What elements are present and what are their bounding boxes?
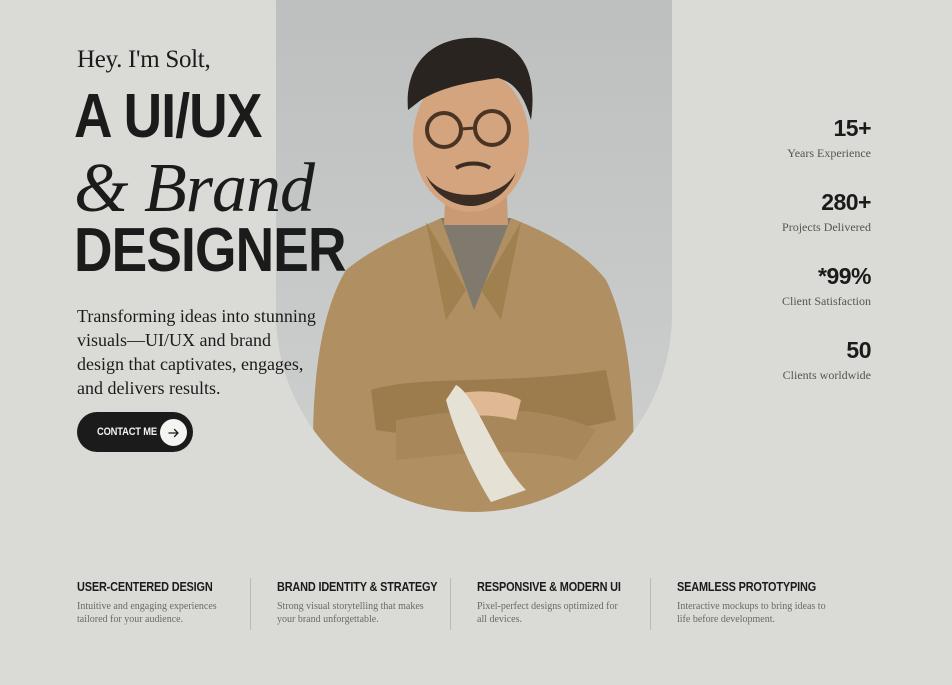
stat-value: 50 [846, 337, 871, 363]
stat-satisfaction: *99% Client Satisfaction [782, 262, 872, 336]
stat-label: Projects Delivered [782, 220, 871, 234]
stat-value: 15+ [833, 115, 871, 141]
contact-me-button[interactable]: CONTACT ME [77, 412, 193, 452]
feature-desc: Pixel-perfect designs optimized for all … [477, 601, 618, 625]
headline-line-3: DESIGNER [74, 216, 346, 285]
feature-desc: Interactive mockups to bring ideas to li… [677, 601, 826, 625]
feature-title: RESPONSIVE & MODERN UI [477, 579, 621, 594]
feature-desc: Intuitive and engaging experiences tailo… [77, 601, 217, 625]
arrow-right-icon [160, 419, 187, 446]
headline-line-2: & Brand [74, 150, 315, 227]
contact-me-label: CONTACT ME [97, 426, 157, 438]
feature-title: SEAMLESS PROTOTYPING [677, 579, 817, 594]
headline-line-1: A UI/UX [74, 82, 262, 151]
stat-value: *99% [818, 263, 871, 289]
feature-prototyping: SEAMLESS PROTOTYPING Interactive mockups… [650, 578, 877, 630]
divider [450, 578, 451, 630]
tagline: Transforming ideas into stunning visuals… [77, 306, 316, 398]
stat-value: 280+ [821, 189, 871, 215]
stat-projects: 280+ Projects Delivered [782, 188, 871, 262]
stat-years: 15+ Years Experience [782, 114, 871, 188]
stat-label: Clients worldwide [782, 368, 871, 382]
divider [250, 578, 251, 630]
feature-title: USER-CENTERED DESIGN [77, 579, 213, 594]
divider [650, 578, 651, 630]
feature-brand-identity: BRAND IDENTITY & STRATEGY Strong visual … [250, 578, 477, 630]
feature-user-centered: USER-CENTERED DESIGN Intuitive and engag… [77, 578, 277, 630]
feature-desc: Strong visual storytelling that makes yo… [277, 601, 424, 625]
stats-list: 15+ Years Experience 280+ Projects Deliv… [782, 114, 872, 410]
stat-label: Years Experience [787, 146, 871, 160]
features-row: USER-CENTERED DESIGN Intuitive and engag… [77, 578, 877, 630]
stat-clients: 50 Clients worldwide [782, 336, 872, 410]
feature-responsive-ui: RESPONSIVE & MODERN UI Pixel-perfect des… [450, 578, 677, 630]
stat-label: Client Satisfaction [782, 294, 871, 308]
feature-title: BRAND IDENTITY & STRATEGY [277, 579, 438, 594]
headline: A UI/UX & Brand DESIGNER [74, 86, 390, 284]
greeting: Hey. I'm Solt, [77, 46, 211, 73]
